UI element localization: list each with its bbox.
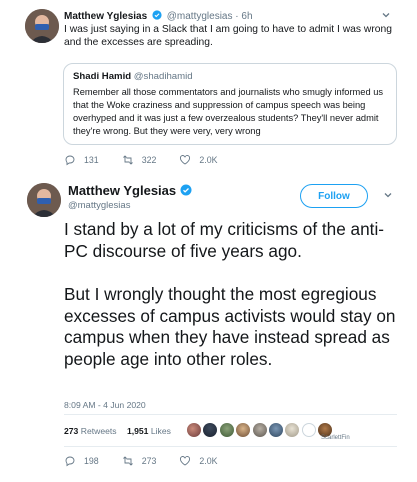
quoted-tweet-text: Remember all those commentators and jour… [73, 87, 384, 136]
tweet-actions: 131 322 2.0K [64, 154, 240, 166]
tweet-header: Matthew Yglesias @mattyglesias · 6h [64, 10, 253, 22]
divider [64, 414, 397, 415]
reply-button[interactable]: 198 [64, 455, 99, 467]
tweet-1: Matthew Yglesias @mattyglesias · 6h I wa… [0, 0, 417, 176]
tweet-paragraph: I stand by a lot of my criticisms of the… [64, 219, 384, 261]
engagement-stats: 273 Retweets 1,951 Likes [64, 426, 171, 436]
author-handle[interactable]: @mattyglesias [68, 200, 130, 211]
likes-label: Likes [150, 426, 171, 436]
retweet-button[interactable]: 273 [122, 455, 157, 467]
liker-avatar[interactable] [268, 423, 283, 437]
liker-avatar[interactable] [219, 423, 234, 437]
like-count: 2.0K [199, 456, 218, 466]
avatar[interactable] [27, 183, 61, 217]
liker-avatar[interactable] [252, 423, 267, 437]
quoted-author-name: Shadi Hamid [73, 71, 132, 82]
retweet-icon [122, 456, 133, 466]
chevron-down-icon[interactable] [381, 10, 391, 20]
retweet-icon [122, 155, 133, 165]
likes-stat[interactable]: 1,951 Likes [127, 426, 171, 436]
author-name[interactable]: Matthew Yglesias [64, 11, 147, 22]
quoted-tweet-header: Shadi Hamid @shadihamid [73, 71, 193, 82]
author-name[interactable]: Matthew Yglesias [68, 183, 194, 198]
reply-count: 131 [84, 155, 99, 165]
like-total: 1,951 [126, 426, 149, 436]
tweet-text: I was just saying in a Slack that I am g… [64, 24, 392, 48]
quoted-author-handle: @shadihamid [133, 71, 193, 82]
reply-icon [65, 456, 75, 467]
like-icon [180, 456, 191, 466]
verified-badge-icon [152, 10, 162, 20]
retweets-stat[interactable]: 273 Retweets [64, 426, 117, 436]
like-button[interactable]: 2.0K [179, 455, 217, 467]
liker-avatar[interactable] [285, 423, 300, 437]
avatar[interactable] [25, 9, 59, 43]
reply-button[interactable]: 131 [64, 154, 99, 166]
author-handle[interactable]: @mattyglesias [167, 11, 233, 22]
header-separator: · [235, 11, 239, 22]
chevron-down-icon[interactable] [383, 190, 393, 200]
verified-badge-icon [180, 184, 192, 196]
tweet-text: I stand by a lot of my criticisms of the… [64, 219, 404, 370]
liker-avatar[interactable] [187, 423, 201, 437]
tweet-timestamp[interactable]: 8:09 AM - 4 Jun 2020 [64, 400, 146, 410]
liker-avatar[interactable] [203, 423, 218, 437]
author-name-text: Matthew Yglesias [68, 183, 177, 198]
liker-avatars [187, 423, 335, 437]
tweet-actions: 198 273 2.0K [64, 455, 240, 467]
retweet-count: 273 [141, 456, 157, 466]
quoted-tweet[interactable]: Shadi Hamid @shadihamid Remember all tho… [63, 63, 397, 145]
divider [64, 446, 397, 447]
like-button[interactable]: 2.0K [179, 154, 217, 166]
like-count: 2.0K [199, 155, 218, 165]
retweet-button[interactable]: 322 [122, 154, 157, 166]
tweet-paragraph: But I wrongly thought the most egregious… [64, 284, 396, 369]
like-icon [180, 155, 191, 165]
retweet-count: 322 [141, 155, 157, 165]
follow-button[interactable]: Follow [300, 184, 368, 208]
liker-name-label: ScarlettFin [321, 435, 350, 441]
tweet-time[interactable]: 6h [241, 11, 252, 22]
liker-avatar[interactable] [236, 423, 251, 437]
liker-avatar[interactable] [301, 423, 316, 437]
reply-count: 198 [84, 456, 99, 466]
reply-icon [65, 155, 75, 166]
retweet-total: 273 [64, 426, 79, 436]
retweets-label: Retweets [80, 426, 117, 436]
